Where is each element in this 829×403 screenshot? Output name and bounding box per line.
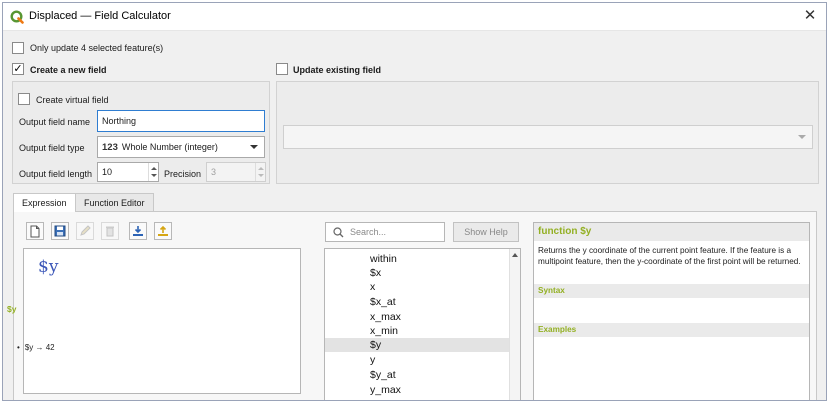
expression-editor[interactable]: $y <box>23 248 301 394</box>
create-virtual-field-checkbox[interactable] <box>18 93 30 105</box>
tab-expression[interactable]: Expression <box>13 193 76 212</box>
output-field-length-value: 10 <box>102 167 113 177</box>
function-list[interactable]: within $x x $x_at x_max x_min $y y $y_at… <box>324 248 521 400</box>
list-item[interactable]: x_min <box>325 324 512 338</box>
output-field-length-spinbox[interactable]: 10 <box>97 162 159 182</box>
operator-buttons-row <box>23 398 283 400</box>
function-list-scrollbar[interactable] <box>509 249 520 400</box>
delete-icon <box>101 222 119 240</box>
export-icon[interactable] <box>154 222 172 240</box>
list-item[interactable]: $x <box>325 266 512 280</box>
integer-type-icon: 123 <box>102 141 118 153</box>
update-field-group <box>276 81 819 184</box>
title-bar: Displaced — Field Calculator ✕ <box>3 3 826 31</box>
precision-stepper <box>255 163 265 181</box>
chevron-down-icon <box>798 135 806 139</box>
list-item[interactable]: y <box>325 353 512 367</box>
help-panel: function $y Returns the y coordinate of … <box>533 222 810 400</box>
help-description: Returns the y coordinate of the current … <box>538 246 801 266</box>
output-field-name-label: Output field name <box>19 117 91 127</box>
save-icon[interactable] <box>51 222 69 240</box>
only-update-selected-label: Only update 4 selected feature(s) <box>30 43 164 53</box>
length-stepper[interactable] <box>148 163 158 181</box>
help-title: function $y <box>534 223 809 241</box>
close-icon[interactable]: ✕ <box>802 8 818 24</box>
edit-icon <box>76 222 94 240</box>
search-placeholder: Search... <box>350 227 387 237</box>
precision-value: 3 <box>211 167 217 177</box>
expression-text: $y <box>38 257 59 277</box>
list-item[interactable]: x <box>325 280 512 294</box>
help-syntax: $y <box>7 304 17 314</box>
list-item-selected[interactable]: $y <box>325 338 512 352</box>
output-field-type-label: Output field type <box>19 143 85 153</box>
only-update-selected-checkbox[interactable] <box>12 42 24 54</box>
create-virtual-field-label: Create virtual field <box>36 95 109 105</box>
existing-field-select <box>283 125 813 149</box>
update-existing-field-checkbox[interactable] <box>276 63 288 75</box>
precision-spinbox: 3 <box>206 162 266 182</box>
search-icon <box>333 227 344 238</box>
list-item[interactable]: x_max <box>325 310 512 324</box>
update-existing-field-label: Update existing field <box>293 65 382 75</box>
help-examples-heading: Examples <box>534 323 809 337</box>
create-new-field-checkbox[interactable]: ✓ <box>12 63 24 75</box>
bullet-icon: • <box>17 343 20 352</box>
create-field-group: Create virtual field Output field name N… <box>12 81 270 184</box>
new-file-icon[interactable] <box>26 222 44 240</box>
output-field-length-label: Output field length <box>19 169 93 179</box>
import-icon[interactable] <box>129 222 147 240</box>
window-title: Displaced — Field Calculator <box>29 10 171 22</box>
chevron-down-icon <box>250 145 258 149</box>
list-item[interactable]: within <box>325 252 512 266</box>
list-item[interactable]: y_max <box>325 383 512 397</box>
help-example: • $y → 42 <box>17 343 55 352</box>
output-field-type-value: Whole Number (integer) <box>121 142 218 152</box>
field-calculator-window: Displaced — Field Calculator ✕ Only upda… <box>2 2 827 401</box>
output-field-name-input[interactable]: Northing <box>97 110 265 132</box>
help-example-text: $y → 42 <box>24 343 55 352</box>
list-item[interactable]: $y_at <box>325 368 512 382</box>
output-field-type-select[interactable]: 123 Whole Number (integer) <box>97 136 265 158</box>
list-item[interactable]: $x_at <box>325 295 512 309</box>
precision-label: Precision <box>164 169 202 179</box>
tab-function-editor[interactable]: Function Editor <box>75 193 154 211</box>
show-help-button: Show Help <box>453 222 519 242</box>
qgis-logo-icon <box>10 10 24 24</box>
function-search-input[interactable]: Search... <box>325 222 445 242</box>
help-syntax-heading: Syntax <box>534 284 809 298</box>
create-new-field-label: Create a new field <box>30 65 107 75</box>
